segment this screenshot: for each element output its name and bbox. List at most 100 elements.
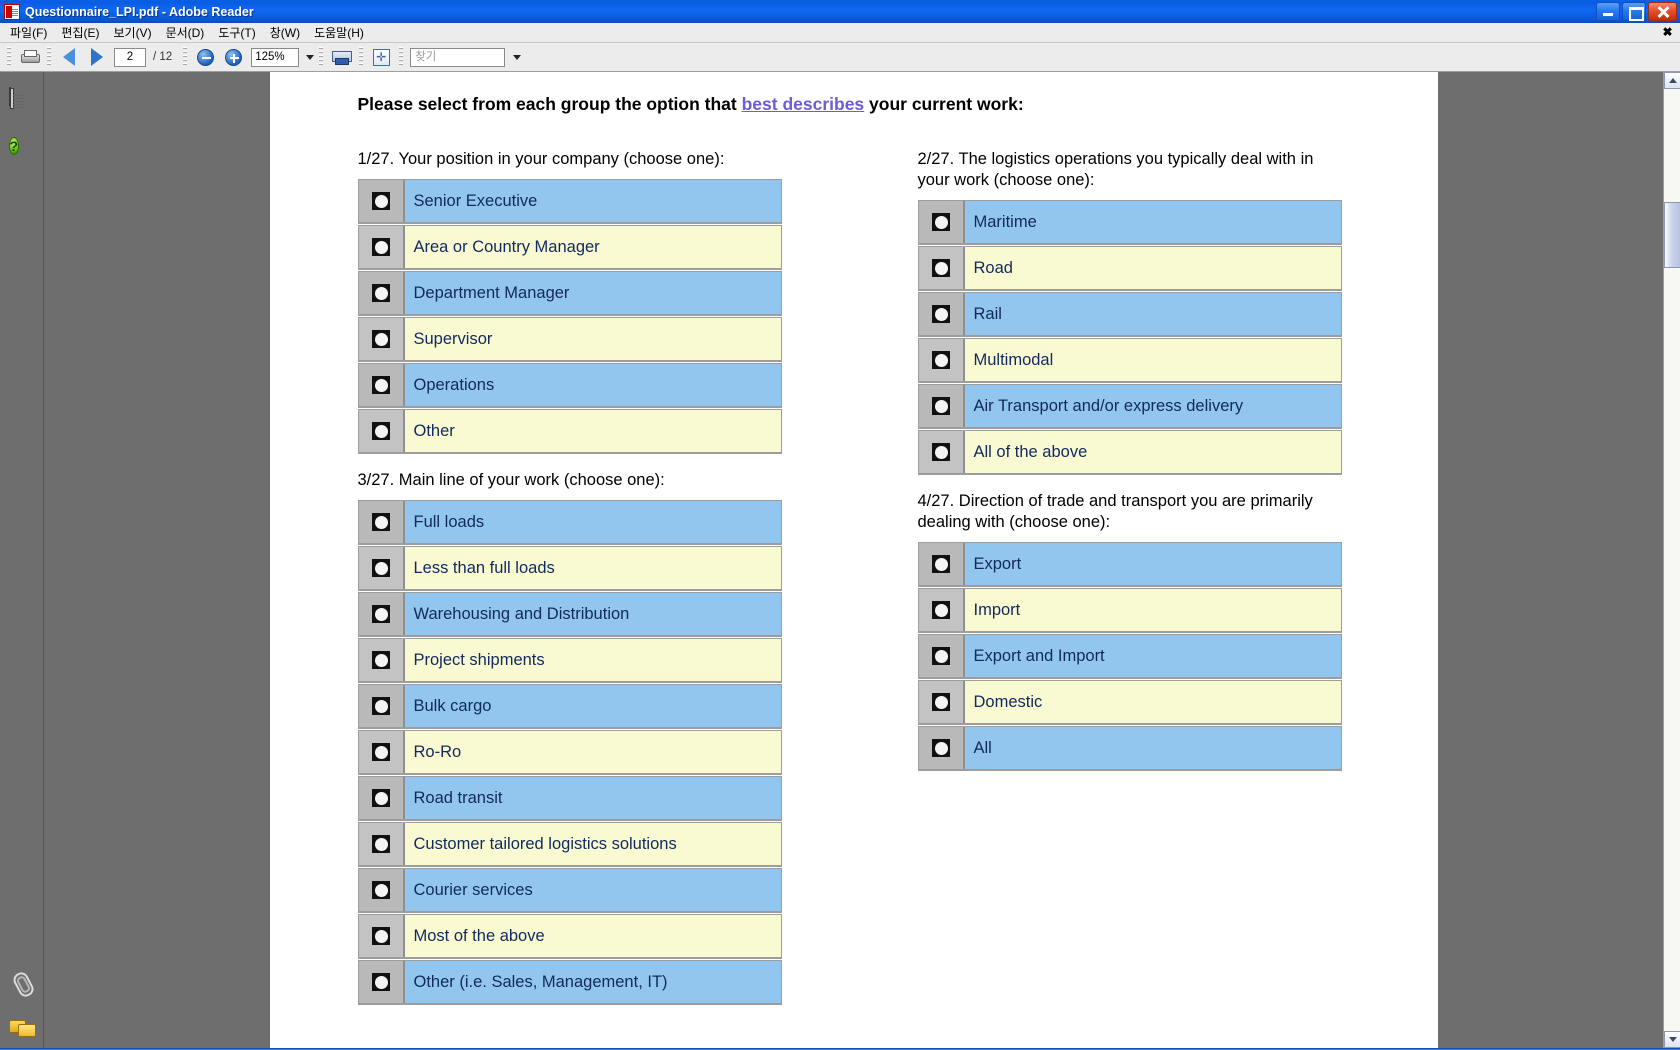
option-row[interactable]: Maritime — [917, 200, 1342, 246]
radio-button[interactable] — [358, 869, 405, 912]
option-row[interactable]: Multimodal — [917, 338, 1342, 384]
comments-icon[interactable] — [8, 1018, 36, 1038]
radio-button[interactable] — [358, 226, 405, 269]
radio-button[interactable] — [358, 501, 405, 544]
menu-item-edit[interactable]: 편집(E) — [54, 23, 106, 42]
option-row[interactable]: Air Transport and/or express delivery — [917, 384, 1342, 430]
zoom-level-input[interactable]: 125% — [251, 47, 300, 67]
menu-bar: 파일(F) 편집(E) 보기(V) 문서(D) 도구(T) 창(W) 도움말(H… — [0, 23, 1680, 43]
radio-button[interactable] — [918, 385, 965, 428]
radio-button[interactable] — [918, 727, 965, 770]
help-button[interactable]: ? — [8, 136, 35, 162]
option-row[interactable]: Department Manager — [357, 271, 782, 317]
fit-page-button[interactable] — [368, 45, 394, 69]
option-row[interactable]: Project shipments — [357, 638, 782, 684]
menu-item-document[interactable]: 문서(D) — [159, 23, 212, 42]
close-window-button[interactable] — [1648, 2, 1677, 21]
option-row[interactable]: Other (i.e. Sales, Management, IT) — [357, 960, 782, 1006]
radio-button[interactable] — [358, 685, 405, 728]
pages-panel-button[interactable] — [8, 87, 35, 114]
zoom-in-button[interactable] — [220, 45, 246, 69]
close-document-icon[interactable]: ✖ — [1661, 26, 1674, 39]
radio-button[interactable] — [918, 589, 965, 632]
radio-button-icon — [931, 259, 950, 278]
radio-button[interactable] — [358, 639, 405, 682]
option-row[interactable]: Road — [917, 246, 1342, 292]
option-row[interactable]: Export — [917, 542, 1342, 588]
scrollbar-thumb[interactable] — [1664, 202, 1680, 268]
option-row[interactable]: Senior Executive — [357, 179, 782, 225]
scroll-down-button[interactable] — [1664, 1031, 1680, 1048]
option-row[interactable]: Rail — [917, 292, 1342, 338]
menu-item-help[interactable]: 도움말(H) — [307, 23, 371, 42]
option-row[interactable]: Customer tailored logistics solutions — [357, 822, 782, 868]
radio-button[interactable] — [358, 915, 405, 958]
option-row[interactable]: Bulk cargo — [357, 684, 782, 730]
radio-button[interactable] — [918, 681, 965, 724]
scroll-up-button[interactable] — [1664, 72, 1680, 89]
option-row[interactable]: Warehousing and Distribution — [357, 592, 782, 638]
toolbar-grip[interactable] — [319, 47, 324, 67]
radio-button[interactable] — [358, 731, 405, 774]
option-row[interactable]: All of the above — [917, 430, 1342, 476]
radio-button[interactable] — [358, 593, 405, 636]
radio-button[interactable] — [358, 272, 405, 315]
radio-button[interactable] — [358, 364, 405, 407]
radio-button[interactable] — [358, 823, 405, 866]
radio-button[interactable] — [358, 410, 405, 453]
radio-button[interactable] — [358, 180, 405, 223]
print-button[interactable] — [16, 45, 42, 69]
save-button[interactable] — [328, 45, 354, 69]
option-row[interactable]: Domestic — [917, 680, 1342, 726]
option-row[interactable]: All — [917, 726, 1342, 772]
zoom-out-button[interactable] — [192, 45, 218, 69]
page-number-input[interactable]: 2 — [114, 47, 146, 67]
option-row[interactable]: Road transit — [357, 776, 782, 822]
radio-button[interactable] — [358, 777, 405, 820]
vertical-scrollbar[interactable] — [1663, 72, 1680, 1048]
radio-button[interactable] — [918, 201, 965, 244]
menu-item-window[interactable]: 창(W) — [263, 23, 307, 42]
radio-button[interactable] — [358, 547, 405, 590]
option-row[interactable]: Supervisor — [357, 317, 782, 363]
option-label: Other (i.e. Sales, Management, IT) — [404, 961, 781, 1004]
menu-item-view[interactable]: 보기(V) — [106, 23, 158, 42]
radio-button[interactable] — [918, 543, 965, 586]
minimize-button[interactable] — [1596, 2, 1620, 21]
document-viewport[interactable]: Please select from each group the option… — [44, 72, 1663, 1048]
option-row[interactable]: Area or Country Manager — [357, 225, 782, 271]
radio-button[interactable] — [358, 318, 405, 361]
option-row[interactable]: Operations — [357, 363, 782, 409]
radio-button[interactable] — [918, 247, 965, 290]
toolbar-grip[interactable] — [183, 47, 188, 67]
toolbar-grip[interactable] — [399, 47, 404, 67]
toolbar-grip[interactable] — [359, 47, 364, 67]
radio-button[interactable] — [918, 635, 965, 678]
radio-button[interactable] — [358, 961, 405, 1004]
radio-button[interactable] — [918, 431, 965, 474]
option-row[interactable]: Export and Import — [917, 634, 1342, 680]
option-row[interactable]: Courier services — [357, 868, 782, 914]
option-row[interactable]: Less than full loads — [357, 546, 782, 592]
radio-button[interactable] — [918, 293, 965, 336]
radio-button[interactable] — [918, 339, 965, 382]
find-input[interactable]: 찾기 — [410, 47, 506, 67]
option-label: Air Transport and/or express delivery — [964, 385, 1341, 428]
toolbar-grip[interactable] — [47, 47, 51, 67]
option-row[interactable]: Other — [357, 409, 782, 455]
option-row[interactable]: Full loads — [357, 500, 782, 546]
chevron-down-icon[interactable] — [513, 54, 522, 60]
previous-page-button[interactable] — [56, 45, 82, 69]
menu-item-file[interactable]: 파일(F) — [3, 23, 54, 42]
toolbar-grip[interactable] — [7, 47, 11, 67]
restore-button[interactable] — [1622, 2, 1646, 21]
paperclip-icon[interactable] — [11, 970, 33, 996]
option-row[interactable]: Ro-Ro — [357, 730, 782, 776]
best-describes-link[interactable]: best describes — [742, 94, 865, 114]
scroll-down-icon — [1668, 1037, 1677, 1042]
next-page-button[interactable] — [84, 45, 110, 69]
chevron-down-icon[interactable] — [306, 54, 315, 60]
menu-item-tools[interactable]: 도구(T) — [211, 23, 262, 42]
option-row[interactable]: Most of the above — [357, 914, 782, 960]
option-row[interactable]: Import — [917, 588, 1342, 634]
